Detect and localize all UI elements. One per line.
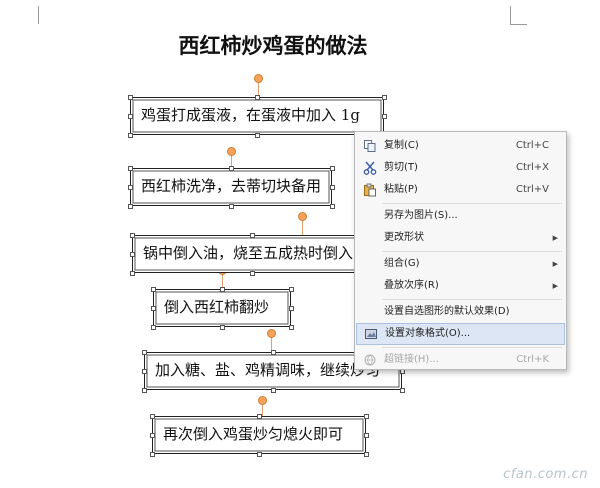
resize-handle[interactable] bbox=[249, 232, 255, 238]
resize-handle[interactable] bbox=[381, 113, 387, 119]
menu-item-cut[interactable]: 剪切(T) Ctrl+X bbox=[356, 157, 565, 179]
flow-step-1[interactable]: 鸡蛋打成蛋液，在蛋液中加入 1g bbox=[130, 97, 384, 135]
resize-handle[interactable] bbox=[141, 368, 147, 374]
resize-handle[interactable] bbox=[249, 270, 255, 276]
resize-handle[interactable] bbox=[127, 113, 133, 119]
connector-handle[interactable] bbox=[254, 74, 263, 83]
resize-handle[interactable] bbox=[270, 349, 276, 355]
resize-handle[interactable] bbox=[219, 324, 225, 330]
resize-handle[interactable] bbox=[254, 132, 260, 138]
menu-separator bbox=[382, 299, 562, 300]
resize-handle[interactable] bbox=[228, 203, 234, 209]
resize-handle[interactable] bbox=[149, 432, 155, 438]
connector-handle[interactable] bbox=[267, 329, 276, 338]
menu-item-hyperlink: 超链接(H)... Ctrl+K bbox=[356, 349, 565, 371]
resize-handle[interactable] bbox=[288, 324, 294, 330]
resize-handle[interactable] bbox=[363, 451, 369, 457]
menu-separator bbox=[382, 251, 562, 252]
format-object-icon bbox=[365, 329, 377, 339]
resize-handle[interactable] bbox=[129, 270, 135, 276]
resize-handle[interactable] bbox=[363, 413, 369, 419]
resize-handle[interactable] bbox=[270, 387, 276, 393]
resize-handle[interactable] bbox=[127, 184, 133, 190]
resize-handle[interactable] bbox=[127, 203, 133, 209]
resize-handle[interactable] bbox=[127, 165, 133, 171]
resize-handle[interactable] bbox=[329, 184, 335, 190]
resize-handle[interactable] bbox=[150, 286, 156, 292]
submenu-arrow-icon: ▶ bbox=[552, 282, 558, 290]
resize-handle[interactable] bbox=[149, 413, 155, 419]
resize-handle[interactable] bbox=[127, 94, 133, 100]
resize-handle[interactable] bbox=[399, 387, 405, 393]
hyperlink-icon bbox=[364, 354, 376, 366]
menu-item-order[interactable]: 叠放次序(R) ▶ bbox=[356, 275, 565, 297]
connector-handle[interactable] bbox=[227, 147, 236, 156]
flow-step-2[interactable]: 西红柿洗净，去蒂切块备用 bbox=[130, 168, 332, 206]
resize-handle[interactable] bbox=[329, 203, 335, 209]
resize-handle[interactable] bbox=[381, 94, 387, 100]
flow-step-6[interactable]: 再次倒入鸡蛋炒匀熄火即可 bbox=[152, 416, 366, 454]
paste-icon bbox=[364, 183, 376, 197]
connector-handle[interactable] bbox=[258, 396, 267, 405]
resize-handle[interactable] bbox=[363, 432, 369, 438]
menu-separator bbox=[382, 347, 562, 348]
resize-handle[interactable] bbox=[288, 305, 294, 311]
resize-handle[interactable] bbox=[329, 165, 335, 171]
connector-handle[interactable] bbox=[298, 212, 307, 221]
resize-handle[interactable] bbox=[219, 286, 225, 292]
menu-item-save-as-picture[interactable]: 另存为图片(S)... bbox=[356, 205, 565, 227]
site-watermark: cfan.com.cn bbox=[503, 467, 588, 482]
menu-item-group[interactable]: 组合(G) ▶ bbox=[356, 253, 565, 275]
page-corner-mark-left bbox=[38, 6, 39, 24]
resize-handle[interactable] bbox=[141, 387, 147, 393]
connector-line bbox=[302, 219, 303, 235]
menu-item-set-default-effect[interactable]: 设置自选图形的默认效果(D) bbox=[356, 301, 565, 323]
resize-handle[interactable] bbox=[256, 451, 262, 457]
page-corner-mark-right bbox=[510, 6, 527, 25]
context-menu: 复制(C) Ctrl+C 剪切(T) Ctrl+X 粘贴(P) Ctrl+V 另… bbox=[354, 131, 567, 370]
resize-handle[interactable] bbox=[256, 413, 262, 419]
menu-item-change-shape[interactable]: 更改形状 ▶ bbox=[356, 227, 565, 249]
resize-handle[interactable] bbox=[129, 251, 135, 257]
resize-handle[interactable] bbox=[141, 349, 147, 355]
document-title: 西红柿炒鸡蛋的做法 bbox=[178, 33, 368, 58]
submenu-arrow-icon: ▶ bbox=[552, 234, 558, 242]
menu-item-paste[interactable]: 粘贴(P) Ctrl+V bbox=[356, 179, 565, 201]
resize-handle[interactable] bbox=[150, 324, 156, 330]
flow-step-3[interactable]: 锅中倒入油，烧至五成热时倒入 bbox=[132, 235, 372, 273]
menu-separator bbox=[382, 203, 562, 204]
menu-item-format-object[interactable]: 设置对象格式(O)... bbox=[356, 323, 565, 345]
resize-handle[interactable] bbox=[149, 451, 155, 457]
resize-handle[interactable] bbox=[228, 165, 234, 171]
copy-icon bbox=[364, 140, 376, 152]
menu-item-copy[interactable]: 复制(C) Ctrl+C bbox=[356, 135, 565, 157]
scissors-icon bbox=[363, 161, 377, 175]
flow-step-4[interactable]: 倒入西红柿翻炒 bbox=[153, 289, 291, 327]
resize-handle[interactable] bbox=[288, 286, 294, 292]
submenu-arrow-icon: ▶ bbox=[552, 260, 558, 268]
resize-handle[interactable] bbox=[254, 94, 260, 100]
resize-handle[interactable] bbox=[129, 232, 135, 238]
resize-handle[interactable] bbox=[150, 305, 156, 311]
resize-handle[interactable] bbox=[127, 132, 133, 138]
